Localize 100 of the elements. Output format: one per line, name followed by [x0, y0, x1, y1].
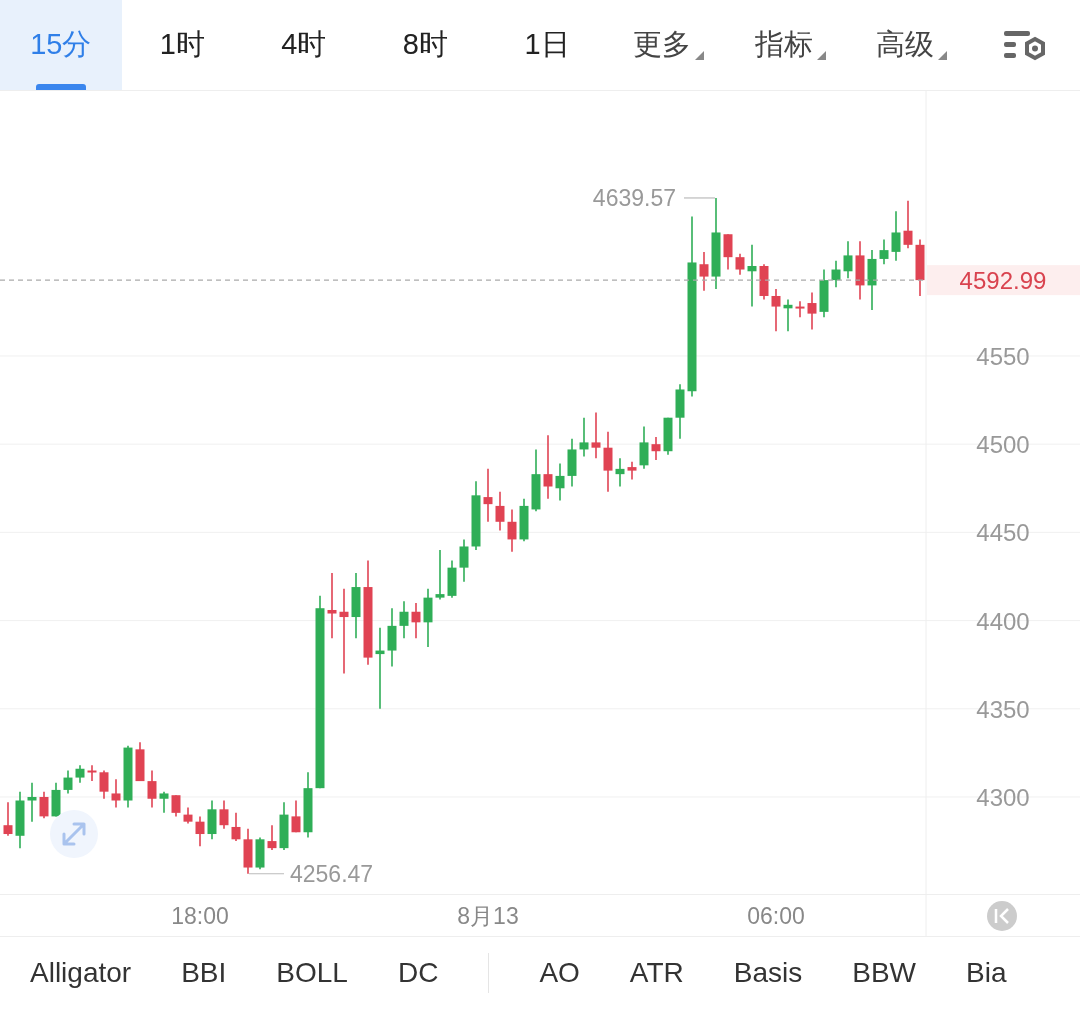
candlestick	[483, 468, 493, 523]
candlestick	[195, 815, 205, 848]
candlestick	[279, 801, 289, 851]
candlestick	[303, 771, 313, 839]
indicator-tab[interactable]: Alligator	[30, 951, 132, 994]
timeframe-tab[interactable]: 1时	[121, 0, 244, 90]
axis-label: 4350	[976, 695, 1030, 723]
candlestick	[891, 210, 901, 262]
timeframe-tab[interactable]: 1日	[486, 0, 608, 90]
candlestick	[471, 480, 481, 551]
candlestick	[447, 559, 457, 599]
candlestick	[87, 764, 97, 782]
candlestick	[879, 238, 889, 266]
candlestick	[387, 607, 397, 668]
candlestick	[831, 259, 841, 288]
dropdown-tab[interactable]: 指标	[729, 0, 851, 90]
axis-label: 06:00	[747, 903, 805, 929]
candlestick	[639, 425, 649, 470]
dropdown-tab[interactable]: 更多	[607, 0, 730, 90]
candlestick	[147, 769, 157, 809]
candlestick	[795, 300, 805, 318]
candlestick	[627, 461, 637, 481]
last-price-tag: 4592.99	[927, 265, 1080, 296]
candlestick	[435, 549, 445, 601]
axis-label: 4400	[976, 607, 1030, 635]
candlestick	[411, 602, 421, 639]
candlestick	[39, 790, 49, 819]
candlestick	[171, 794, 181, 818]
leader-line	[683, 197, 716, 199]
candlestick	[15, 790, 25, 849]
ref-line-label: 4592.99	[959, 267, 1047, 295]
caret-icon	[938, 51, 948, 61]
candlestick	[255, 836, 265, 871]
candlestick	[519, 498, 529, 542]
candlestick	[591, 411, 601, 460]
candlestick	[867, 249, 877, 311]
candlestick	[423, 588, 433, 648]
indicator-tab[interactable]: ATR	[629, 951, 684, 994]
candlestick	[495, 491, 505, 532]
candlestick	[843, 240, 853, 280]
candlestick	[399, 600, 409, 639]
candlestick	[219, 799, 229, 830]
candlestick	[75, 764, 85, 784]
candlestick	[651, 436, 661, 461]
candlestick	[507, 508, 517, 553]
candlestick	[735, 252, 745, 276]
candlestick	[819, 268, 829, 318]
indicator-tab[interactable]: DC	[397, 951, 439, 994]
scroll-to-latest-button[interactable]	[987, 901, 1017, 931]
candlestick	[123, 745, 133, 809]
candlestick	[63, 769, 73, 795]
candlestick	[243, 827, 253, 875]
candlestick	[603, 431, 613, 493]
low-price-label: 4256.47	[290, 860, 374, 887]
leader-line	[248, 873, 285, 875]
high-price-label: 4639.57	[592, 184, 676, 211]
candlestick	[51, 782, 61, 818]
candlestick	[747, 244, 757, 308]
candlestick	[531, 448, 541, 512]
indicator-tab[interactable]: Bia	[966, 951, 1007, 994]
axis-label: 4550	[976, 342, 1030, 370]
axis-label: 4300	[976, 784, 1030, 811]
caret-icon	[695, 51, 704, 61]
candlestick	[555, 462, 565, 502]
candlestick	[183, 806, 193, 825]
timeframe-tab[interactable]: 4时	[243, 0, 365, 90]
candlestick	[351, 572, 361, 639]
candlestick	[291, 799, 301, 834]
candlestick	[903, 199, 913, 250]
candlestick	[723, 233, 733, 271]
candlestick	[759, 263, 769, 301]
indicator-tab[interactable]: BBW	[852, 951, 916, 994]
axis-label: 4450	[976, 519, 1030, 547]
candlestick	[771, 288, 781, 333]
timeframe-tab[interactable]: 8时	[364, 0, 487, 90]
candlestick	[807, 291, 817, 331]
candlestick	[207, 799, 217, 841]
axis-label: 4500	[976, 431, 1030, 459]
candlestick	[783, 298, 793, 333]
candlestick	[3, 801, 13, 837]
candlestick	[231, 812, 241, 842]
indicator-tab[interactable]: BBI	[181, 951, 227, 994]
candlestick	[675, 383, 685, 440]
candlestick	[267, 824, 277, 851]
axis-label: 8月13	[457, 903, 519, 929]
candlestick	[27, 782, 37, 823]
dropdown-tab[interactable]: 高级	[850, 0, 973, 90]
candlestick	[135, 741, 145, 782]
axis-label: 18:00	[171, 903, 229, 929]
expand-icon[interactable]	[50, 810, 98, 858]
candlestick	[543, 434, 553, 500]
candlestick	[111, 778, 121, 809]
indicator-tab[interactable]: Basis	[733, 951, 803, 994]
indicator-tab[interactable]: BOLL	[276, 951, 348, 994]
candlestick	[159, 790, 169, 814]
candlestick	[855, 240, 865, 301]
indicator-tab[interactable]: AO	[539, 951, 580, 994]
candlestick	[663, 416, 673, 456]
candlestick	[99, 769, 109, 800]
candlestick	[915, 238, 925, 297]
